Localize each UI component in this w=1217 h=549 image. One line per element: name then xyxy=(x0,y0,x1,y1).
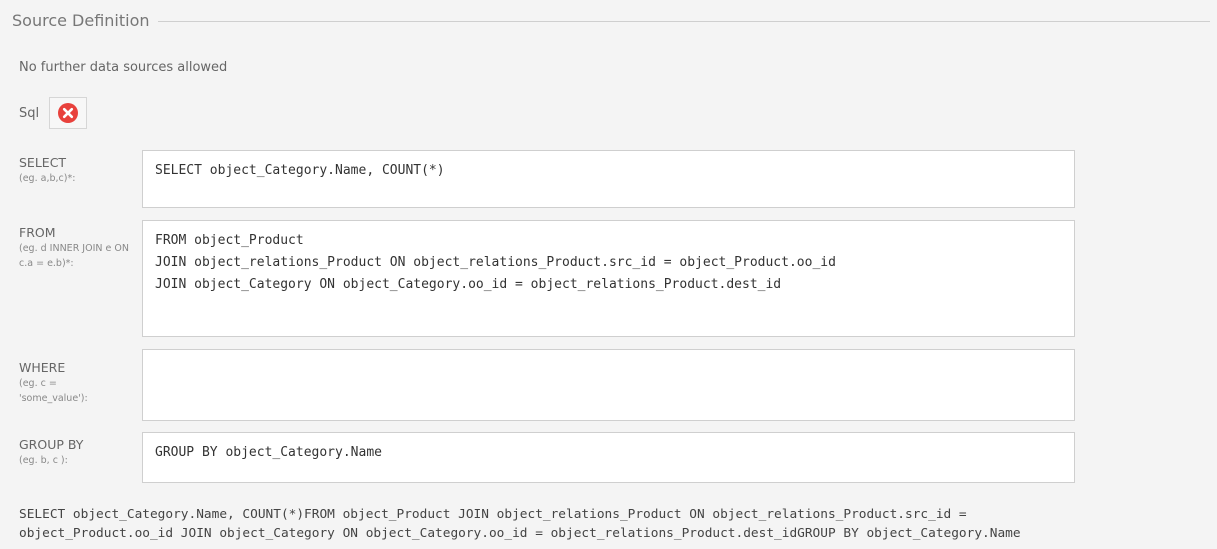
where-label-text: WHERE xyxy=(19,360,66,375)
data-source-entry: Sql xyxy=(19,97,88,129)
source-type-label: Sql xyxy=(19,105,40,121)
select-label-text: SELECT xyxy=(19,155,67,170)
groupby-hint: (eg. b, c ): xyxy=(19,455,68,466)
fieldset-title: Source Definition xyxy=(12,10,150,30)
source-definition-panel: Source Definition No further data source… xyxy=(0,0,1217,549)
close-circle-icon xyxy=(58,103,79,123)
sql-preview: SELECT object_Category.Name, COUNT(*)FRO… xyxy=(19,507,1021,541)
where-field-row: WHERE (eg. c = 'some_value'): xyxy=(19,349,1079,421)
groupby-label-text: GROUP BY xyxy=(19,437,84,452)
where-textarea[interactable] xyxy=(142,349,1075,421)
from-label: FROM (eg. d INNER JOIN e ON c.a = e.b)*: xyxy=(19,224,137,271)
select-label: SELECT (eg. a,b,c)*: xyxy=(19,154,137,186)
select-field-row: SELECT (eg. a,b,c)*: SELECT object_Categ… xyxy=(19,150,1079,208)
from-hint: (eg. d INNER JOIN e ON c.a = e.b)*: xyxy=(19,243,129,269)
select-textarea[interactable]: SELECT object_Category.Name, COUNT(*) xyxy=(142,150,1075,208)
from-textarea[interactable]: FROM object_Product JOIN object_relation… xyxy=(142,220,1075,337)
from-label-text: FROM xyxy=(19,225,56,240)
where-label: WHERE (eg. c = 'some_value'): xyxy=(19,359,137,406)
from-field-row: FROM (eg. d INNER JOIN e ON c.a = e.b)*:… xyxy=(19,220,1079,337)
data-source-notice: No further data sources allowed xyxy=(19,60,228,75)
remove-source-button[interactable] xyxy=(49,97,88,129)
groupby-field-row: GROUP BY (eg. b, c ): GROUP BY object_Ca… xyxy=(19,432,1079,483)
legend-divider xyxy=(157,20,1210,22)
groupby-label: GROUP BY (eg. b, c ): xyxy=(19,436,137,468)
where-hint: (eg. c = 'some_value'): xyxy=(19,378,88,404)
groupby-textarea[interactable]: GROUP BY object_Category.Name xyxy=(142,432,1075,483)
fieldset-legend: Source Definition xyxy=(12,8,1210,32)
select-hint: (eg. a,b,c)*: xyxy=(19,173,76,184)
